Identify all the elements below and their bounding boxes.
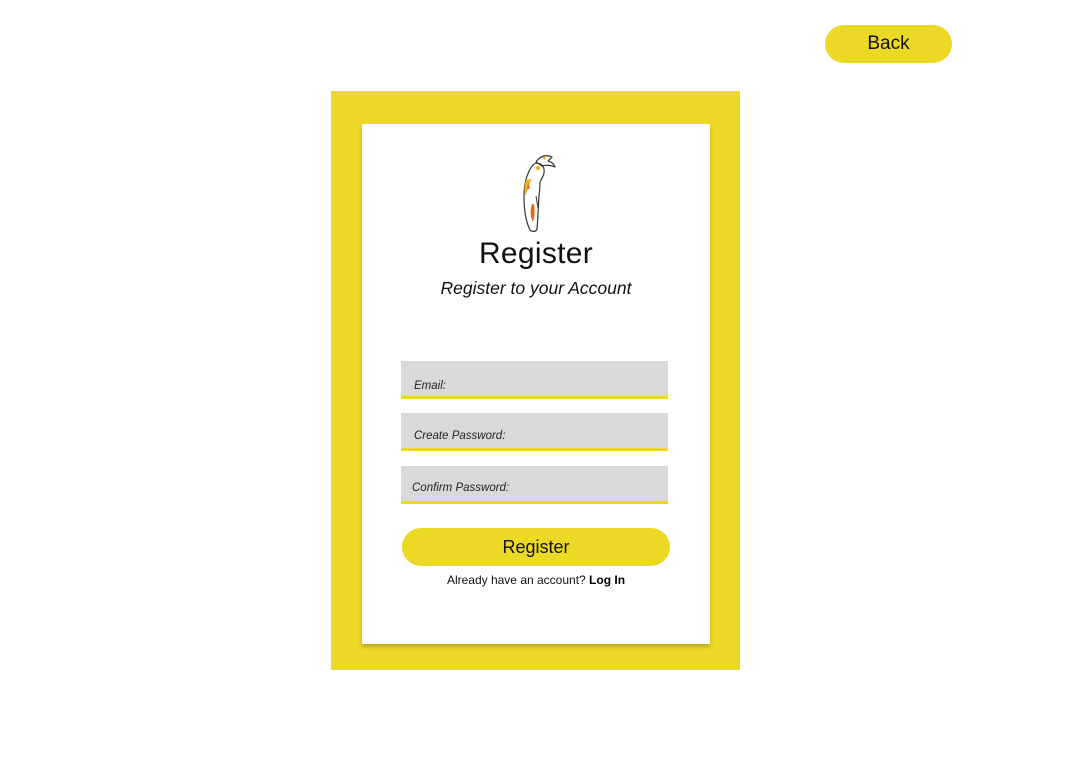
login-prompt: Already have an account? Log In bbox=[362, 573, 710, 587]
back-button[interactable]: Back bbox=[825, 25, 952, 63]
register-page: Back Register Register to your Account E… bbox=[0, 0, 1065, 759]
register-card: Register Register to your Account Regist… bbox=[362, 124, 710, 644]
email-field-container bbox=[401, 361, 668, 399]
email-field[interactable] bbox=[401, 361, 668, 396]
confirm-password-field-container bbox=[401, 466, 668, 504]
hornbill-bird-icon bbox=[523, 155, 556, 232]
login-link[interactable]: Log In bbox=[589, 573, 625, 587]
confirm-password-field[interactable] bbox=[401, 466, 668, 501]
register-button[interactable]: Register bbox=[402, 528, 670, 566]
create-password-field-container bbox=[401, 413, 668, 451]
page-subtitle: Register to your Account bbox=[440, 278, 632, 298]
create-password-field[interactable] bbox=[401, 413, 668, 448]
page-title: Register bbox=[478, 237, 594, 270]
login-prompt-text: Already have an account? bbox=[446, 573, 586, 587]
